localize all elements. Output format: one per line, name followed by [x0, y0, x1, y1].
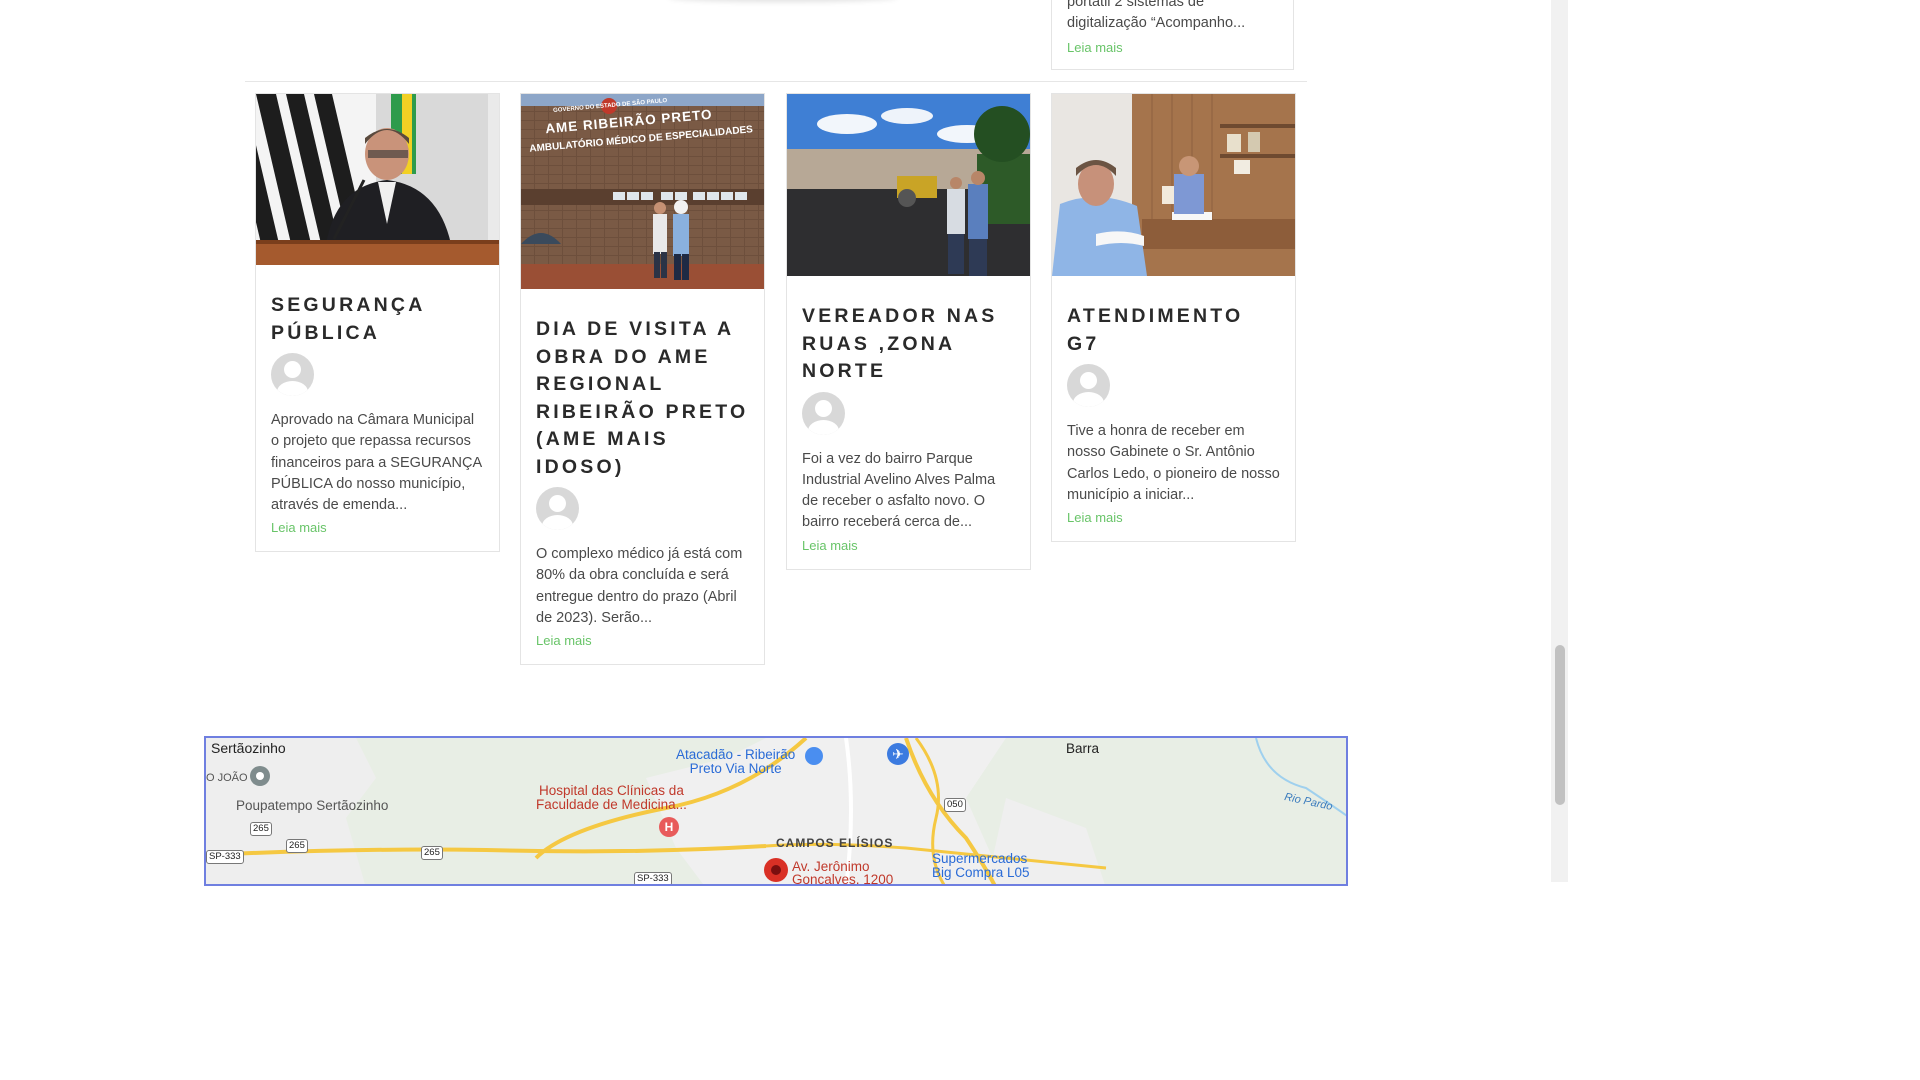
read-more-link[interactable]: Leia mais — [536, 633, 749, 648]
map-label-campos-elisios: CAMPOS ELÍSIOS — [776, 836, 894, 850]
post-title[interactable]: VEREADOR NAS RUAS ,ZONA NORTE — [802, 303, 1015, 386]
map-label-hospital[interactable]: Hospital das Clínicas da Faculdade de Me… — [536, 784, 687, 812]
road-shield-sp333: SP-333 — [206, 850, 244, 864]
previous-post-card: portátil 2 sistemas de digitalização “Ac… — [1051, 0, 1294, 70]
post-card-vereador: VEREADOR NAS RUAS ,ZONA NORTE Foi a vez … — [786, 93, 1031, 570]
photo-street-paving — [787, 94, 1030, 276]
road-shield-265: 265 — [421, 846, 443, 860]
hospital-icon: H — [664, 820, 674, 834]
author-avatar — [271, 353, 314, 396]
post-card-atendimento: ATENDIMENTO G7 Tive a honra de receber e… — [1051, 93, 1296, 543]
photo-council-speaker — [256, 94, 499, 265]
post-card-seguranca: SEGURANÇA PÚBLICA Aprovado na Câmara Mun… — [255, 93, 500, 553]
author-avatar — [536, 487, 579, 530]
post-card-ame: GOVERNO DO ESTADO DE SÃO PAULO AME RIBEI… — [520, 93, 765, 666]
author-avatar — [802, 391, 845, 435]
post-title[interactable]: DIA DE VISITA A OBRA DO AME REGIONAL RIB… — [536, 316, 749, 481]
road-shield-265: 265 — [250, 822, 272, 836]
page-scrollbar[interactable] — [1551, 0, 1568, 882]
road-shield-050: 050 — [944, 798, 966, 812]
road-shield-265: 265 — [286, 839, 308, 853]
location-map[interactable]: Sertãozinho O JOÃO Poupatempo Sertãozinh… — [204, 736, 1348, 886]
map-label-address[interactable]: Av. Jerônimo Gonçalves, 1200 — [792, 860, 893, 884]
read-more-link[interactable]: Leia mais — [802, 538, 1015, 553]
post-excerpt: Aprovado na Câmara Municipal o projeto q… — [271, 412, 482, 514]
row-divider — [245, 81, 1307, 82]
map-label-atacadao[interactable]: Atacadão - Ribeirão Preto Via Norte — [676, 748, 795, 776]
road-shield-sp333: SP-333 — [634, 872, 672, 884]
read-more-link[interactable]: Leia mais — [271, 520, 484, 535]
map-label-barra: Barra — [1066, 741, 1100, 756]
map-label-poupatempo[interactable]: Poupatempo Sertãozinho — [236, 798, 388, 813]
map-label-sao-joao: O JOÃO — [206, 772, 248, 784]
airport-icon: ✈ — [892, 746, 904, 762]
post-excerpt: Tive a honra de receber em nosso Gabinet… — [1067, 423, 1280, 503]
post-excerpt: O complexo médico já está com 80% da obr… — [536, 546, 743, 626]
post-image-seguranca[interactable] — [256, 94, 499, 265]
map-label-sertaozinho: Sertãozinho — [211, 740, 286, 756]
post-image-vereador[interactable] — [787, 94, 1030, 276]
post-image-ame[interactable]: GOVERNO DO ESTADO DE SÃO PAULO AME RIBEI… — [521, 94, 764, 289]
read-more-link[interactable]: Leia mais — [1067, 510, 1280, 525]
read-more-link[interactable]: Leia mais — [1067, 40, 1278, 55]
post-image-atendimento[interactable] — [1052, 94, 1295, 276]
scrollbar-thumb[interactable] — [1555, 645, 1565, 805]
previous-post-excerpt: portátil 2 sistemas de digitalização “Ac… — [1067, 0, 1246, 31]
post-title[interactable]: ATENDIMENTO G7 — [1067, 303, 1280, 358]
author-avatar — [1067, 364, 1110, 407]
map-label-supermercados[interactable]: Supermercados Big Compra L05 — [932, 852, 1030, 880]
photo-office-meeting — [1052, 94, 1295, 276]
post-title[interactable]: SEGURANÇA PÚBLICA — [271, 292, 484, 347]
post-excerpt: Foi a vez do bairro Parque Industrial Av… — [802, 450, 996, 531]
